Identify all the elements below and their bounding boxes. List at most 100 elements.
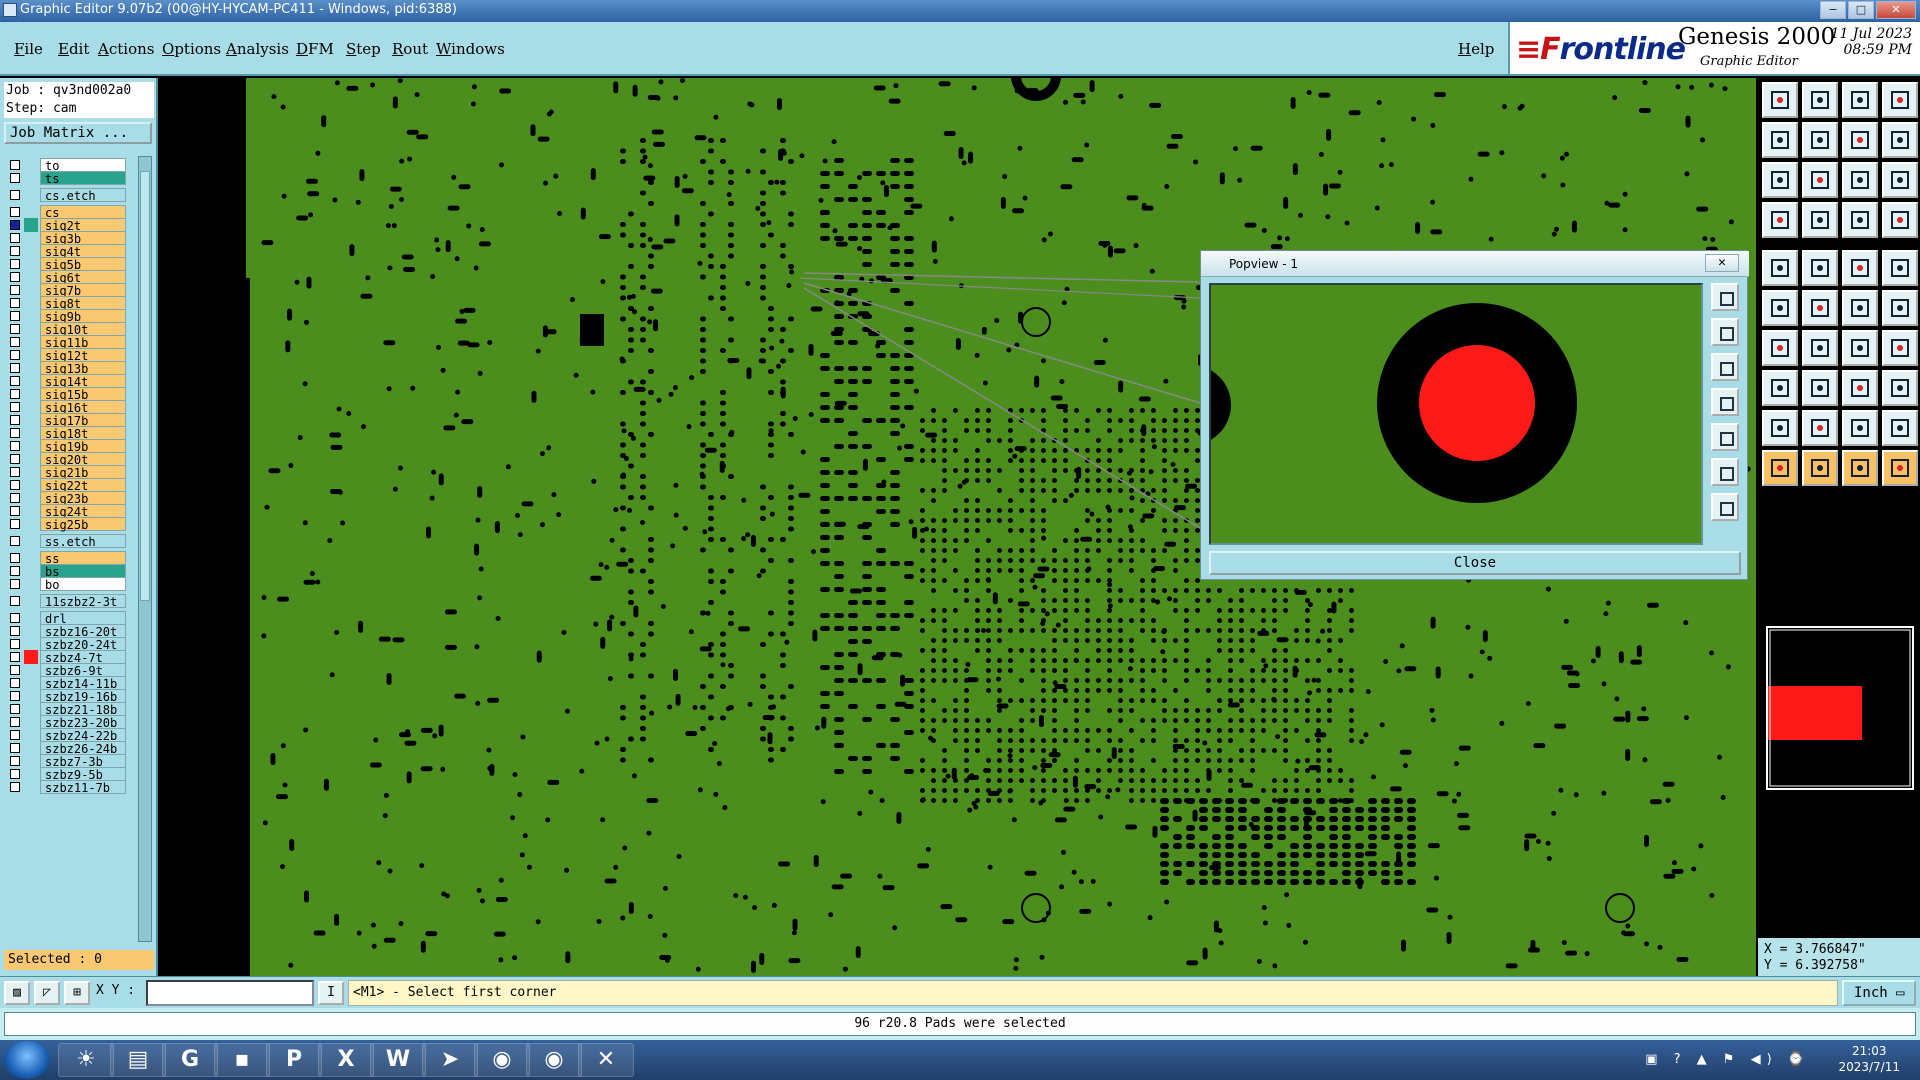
layer-name[interactable]: sig14t xyxy=(40,374,126,389)
scroll-thumb[interactable] xyxy=(140,171,150,601)
layer-name[interactable]: 11szbz2-3t xyxy=(40,594,126,609)
layer-name[interactable]: sig22t xyxy=(40,478,126,493)
layer-row[interactable]: sig24t xyxy=(4,504,136,519)
layer-name[interactable]: sig3b xyxy=(40,231,126,246)
taskbar-app[interactable]: X xyxy=(318,1043,374,1077)
layer-name[interactable]: sig15b xyxy=(40,387,126,402)
menu-analysis[interactable]: Analysis xyxy=(226,40,289,58)
tri2-icon[interactable] xyxy=(1802,410,1838,446)
pv-down-icon[interactable] xyxy=(1711,353,1739,381)
minimize-button[interactable]: − xyxy=(1820,1,1846,19)
taskbar-app[interactable]: G xyxy=(162,1043,218,1077)
layer-color-swatch[interactable] xyxy=(24,452,38,466)
layer-checkbox[interactable] xyxy=(10,596,20,606)
layer-name[interactable]: szbz16-20t xyxy=(40,624,126,639)
layer-row[interactable]: sig21b xyxy=(4,465,136,480)
layer-color-swatch[interactable] xyxy=(24,296,38,310)
popview-canvas[interactable] xyxy=(1209,283,1703,545)
layer-color-swatch[interactable] xyxy=(24,400,38,414)
layer-color-swatch[interactable] xyxy=(24,374,38,388)
layer-color-swatch[interactable] xyxy=(24,650,38,664)
layer-name[interactable]: szbz24-22b xyxy=(40,728,126,743)
layer-checkbox[interactable] xyxy=(10,717,20,727)
pv-home-icon[interactable] xyxy=(1711,493,1739,521)
layer-row[interactable]: szbz11-7b xyxy=(4,780,136,795)
layer-row[interactable]: szbz9-5b xyxy=(4,767,136,782)
help-icon[interactable] xyxy=(1882,162,1918,198)
layer-checkbox[interactable] xyxy=(10,613,20,623)
layer-name[interactable]: bs xyxy=(40,564,126,579)
layer-name[interactable]: ts xyxy=(40,171,126,186)
layer-checkbox[interactable] xyxy=(10,350,20,360)
next-icon[interactable] xyxy=(1802,122,1838,158)
tri4-icon[interactable] xyxy=(1882,410,1918,446)
layer-name[interactable]: sig20t xyxy=(40,452,126,467)
move-icon[interactable] xyxy=(1882,290,1918,326)
layer-row[interactable]: ts xyxy=(4,171,136,186)
layer-name[interactable]: sig16t xyxy=(40,400,126,415)
layer-row[interactable]: to xyxy=(4,158,136,173)
layer-row[interactable]: cs xyxy=(4,205,136,220)
layer-checkbox[interactable] xyxy=(10,678,20,688)
layer-row[interactable]: szbz26-24b xyxy=(4,741,136,756)
layer-name[interactable]: sig11b xyxy=(40,335,126,350)
layer-color-swatch[interactable] xyxy=(24,637,38,651)
layer-color-swatch[interactable] xyxy=(24,322,38,336)
erase-icon[interactable] xyxy=(1802,250,1838,286)
layer-checkbox[interactable] xyxy=(10,730,20,740)
ruler-icon[interactable] xyxy=(1842,250,1878,286)
layer-name[interactable]: szbz14-11b xyxy=(40,676,126,691)
layer-color-swatch[interactable] xyxy=(24,439,38,453)
layer-checkbox[interactable] xyxy=(10,190,20,200)
layer-checkbox[interactable] xyxy=(10,246,20,256)
pointer4-icon[interactable] xyxy=(1882,450,1918,486)
layer-color-swatch[interactable] xyxy=(24,624,38,638)
layer-color-swatch[interactable] xyxy=(24,702,38,716)
layer-name[interactable]: szbz21-18b xyxy=(40,702,126,717)
layer-name[interactable]: sig12t xyxy=(40,348,126,363)
layer-name[interactable]: sig17b xyxy=(40,413,126,428)
layer-color-swatch[interactable] xyxy=(24,257,38,271)
layer-row[interactable]: sig18t xyxy=(4,426,136,441)
layer-checkbox[interactable] xyxy=(10,639,20,649)
layer-checkbox[interactable] xyxy=(10,233,20,243)
menu-edit[interactable]: Edit xyxy=(58,40,89,58)
popview-close-button[interactable]: Close xyxy=(1209,551,1741,575)
layer-color-swatch[interactable] xyxy=(24,231,38,245)
step-icon[interactable] xyxy=(1842,122,1878,158)
layer-checkbox[interactable] xyxy=(10,363,20,373)
layer-color-swatch[interactable] xyxy=(24,663,38,677)
layer-color-swatch[interactable] xyxy=(24,387,38,401)
prev-icon[interactable] xyxy=(1762,122,1798,158)
layer-name[interactable]: szbz26-24b xyxy=(40,741,126,756)
pv-left-icon[interactable] xyxy=(1711,388,1739,416)
layer-color-swatch[interactable] xyxy=(24,767,38,781)
layer-checkbox[interactable] xyxy=(10,626,20,636)
center-icon[interactable] xyxy=(1802,162,1838,198)
layer-checkbox[interactable] xyxy=(10,389,20,399)
layer-color-swatch[interactable] xyxy=(24,188,38,202)
layer-name[interactable]: sig10t xyxy=(40,322,126,337)
layer-name[interactable]: sig8t xyxy=(40,296,126,311)
layer-name[interactable]: sig9b xyxy=(40,309,126,324)
layer-checkbox[interactable] xyxy=(10,579,20,589)
layer-checkbox[interactable] xyxy=(10,769,20,779)
layer-color-swatch[interactable] xyxy=(24,491,38,505)
layer-name[interactable]: szbz19-16b xyxy=(40,689,126,704)
layer-checkbox[interactable] xyxy=(10,493,20,503)
layer-color-swatch[interactable] xyxy=(24,426,38,440)
taskbar-app[interactable]: ◉ xyxy=(526,1043,582,1077)
layer-color-swatch[interactable] xyxy=(24,478,38,492)
popview-close-x[interactable]: ✕ xyxy=(1705,254,1739,272)
layer-color-swatch[interactable] xyxy=(24,741,38,755)
cursor-icon[interactable]: I xyxy=(318,981,344,1005)
layer-name[interactable]: sig24t xyxy=(40,504,126,519)
layer-row[interactable]: ss xyxy=(4,551,136,566)
layer-row[interactable]: sig22t xyxy=(4,478,136,493)
layer-row[interactable]: szbz4-7t xyxy=(4,650,136,665)
layer-row[interactable]: bs xyxy=(4,564,136,579)
layer-name[interactable]: szbz9-5b xyxy=(40,767,126,782)
system-tray[interactable]: ▣ ? ▲ ⚑ ◀) ⌚ xyxy=(1645,1052,1810,1067)
layer-color-swatch[interactable] xyxy=(24,676,38,690)
layer-row[interactable]: sig2t xyxy=(4,218,136,233)
